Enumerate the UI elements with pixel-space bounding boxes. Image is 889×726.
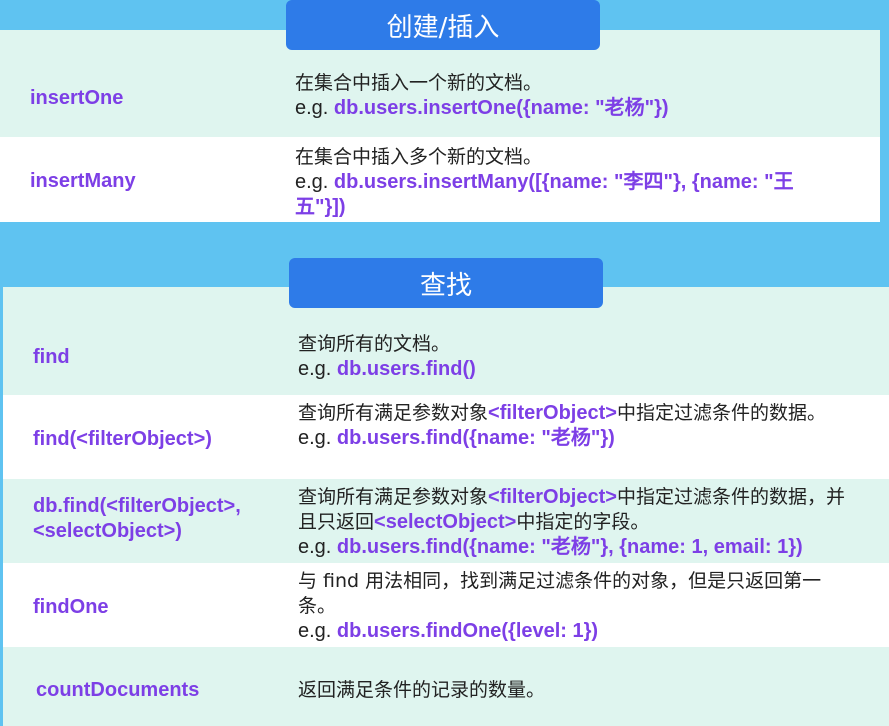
example-line: e.g. db.users.find({name: "老杨"}) [298, 426, 859, 451]
method-name: find [33, 346, 70, 368]
description-text: 返回满足条件的记录的数量。 [298, 679, 546, 701]
example-line: e.g. db.users.find({name: "老杨"}, {name: … [298, 535, 859, 560]
section-title-create: 创建/插入 [286, 0, 600, 50]
method-description: 查询所有满足参数对象<filterObject>中指定过滤条件的数据。 e.g.… [298, 401, 859, 451]
method-description: 查询所有的文档。 e.g. db.users.find() [298, 332, 859, 382]
description-text: 在集合中插入一个新的文档。 [295, 72, 543, 94]
find-table: find 查询所有的文档。 e.g. db.users.find() find(… [3, 287, 889, 726]
method-description: 在集合中插入多个新的文档。 e.g. db.users.insertMany([… [295, 145, 840, 220]
example-code: db.users.find({name: "老杨"}, {name: 1, em… [336, 536, 803, 558]
table-row: db.find(<filterObject>, <selectObject>) … [3, 479, 889, 563]
example-code: db.users.find() [336, 358, 476, 380]
example-prefix: e.g. [295, 171, 334, 193]
table-row: insertMany 在集合中插入多个新的文档。 e.g. db.users.i… [0, 137, 880, 222]
example-code: db.users.find({name: "老杨"}) [336, 427, 615, 449]
section-title-find: 查找 [289, 258, 603, 308]
example-prefix: e.g. [295, 97, 334, 119]
description-text: 与 find 用法相同，找到满足过滤条件的对象，但是只返回第一条。 [298, 570, 822, 617]
method-name: insertOne [30, 87, 124, 109]
example-line: e.g. db.users.find() [298, 357, 859, 382]
inline-code: <filterObject> [488, 486, 617, 508]
example-prefix: e.g. [298, 427, 337, 449]
method-description: 与 find 用法相同，找到满足过滤条件的对象，但是只返回第一条。 e.g. d… [298, 569, 859, 644]
description-text: 查询所有满足参数对象<filterObject>中指定过滤条件的数据，并且只返回… [298, 486, 845, 533]
description-text: 在集合中插入多个新的文档。 [295, 146, 543, 168]
method-name: insertMany [30, 170, 136, 192]
description-text: 查询所有满足参数对象<filterObject>中指定过滤条件的数据。 [298, 402, 826, 424]
inline-code: <selectObject> [374, 511, 517, 533]
method-description: 在集合中插入一个新的文档。 e.g. db.users.insertOne({n… [295, 71, 850, 121]
method-name: countDocuments [36, 679, 200, 701]
method-name: db.find(<filterObject>, <selectObject>) [33, 495, 241, 542]
example-code: db.users.findOne({level: 1}) [336, 620, 599, 642]
example-code: db.users.insertOne({name: "老杨"}) [333, 97, 669, 119]
inline-code: <filterObject> [488, 402, 617, 424]
table-row: find(<filterObject>) 查询所有满足参数对象<filterOb… [3, 395, 889, 479]
method-name: find(<filterObject>) [33, 428, 212, 450]
example-line: e.g. db.users.findOne({level: 1}) [298, 619, 859, 644]
example-code: db.users.insertMany([{name: "李四"}, {name… [295, 171, 794, 218]
create-table: insertOne 在集合中插入一个新的文档。 e.g. db.users.in… [0, 30, 880, 222]
example-prefix: e.g. [298, 536, 337, 558]
method-description: 返回满足条件的记录的数量。 [298, 678, 859, 703]
method-description: 查询所有满足参数对象<filterObject>中指定过滤条件的数据，并且只返回… [298, 485, 859, 560]
example-line: e.g. db.users.insertMany([{name: "李四"}, … [295, 170, 840, 220]
table-row: findOne 与 find 用法相同，找到满足过滤条件的对象，但是只返回第一条… [3, 563, 889, 647]
section-title-text: 查找 [419, 270, 472, 301]
method-name: findOne [33, 596, 109, 618]
example-prefix: e.g. [298, 620, 337, 642]
example-prefix: e.g. [298, 358, 337, 380]
example-line: e.g. db.users.insertOne({name: "老杨"}) [295, 96, 850, 121]
table-row: countDocuments 返回满足条件的记录的数量。 [3, 647, 889, 726]
description-text: 查询所有的文档。 [298, 333, 451, 355]
section-title-text: 创建/插入 [386, 12, 500, 43]
